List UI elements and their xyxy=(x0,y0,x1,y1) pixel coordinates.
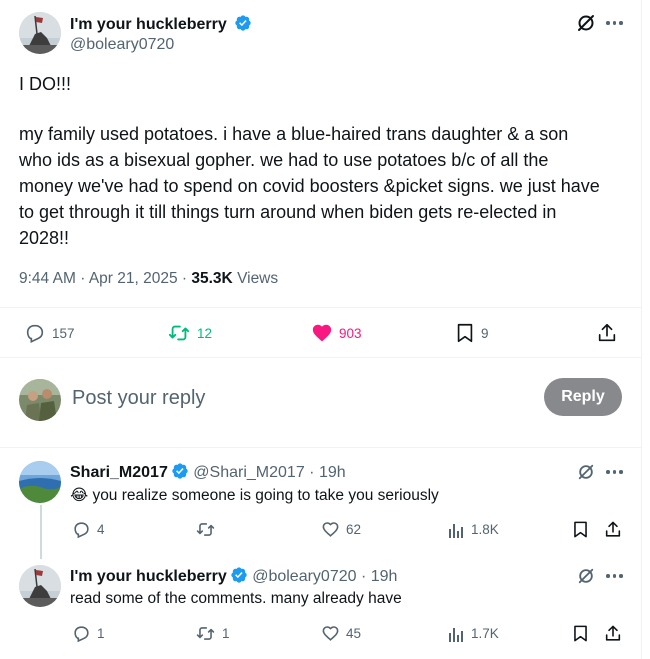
repost-icon xyxy=(196,627,215,640)
author-name[interactable]: I'm your huckleberry xyxy=(70,16,227,33)
reply-action[interactable]: 4 xyxy=(72,520,105,539)
more-icon[interactable] xyxy=(606,574,623,578)
bookmark-action[interactable]: 9 xyxy=(455,322,489,344)
share-icon xyxy=(598,323,616,342)
meta-separator: · xyxy=(80,270,86,287)
reply-author-handle[interactable]: @Shari_M2017 xyxy=(193,464,304,481)
grok-icon[interactable] xyxy=(577,463,595,481)
author-avatar[interactable] xyxy=(19,12,61,54)
divider xyxy=(0,447,642,448)
meta-separator: · xyxy=(181,270,188,287)
verified-icon xyxy=(172,463,188,479)
reply-author-name[interactable]: I'm your huckleberry xyxy=(70,568,227,585)
views-icon xyxy=(449,628,463,642)
heart-icon xyxy=(322,522,339,537)
reply-time[interactable]: · 19h xyxy=(309,464,345,481)
post-text-line: money we've had to spend on covid booste… xyxy=(19,176,600,196)
reply-text-content: read some of the comments. many already … xyxy=(70,590,402,607)
bookmark-icon[interactable] xyxy=(572,520,589,539)
reply-text: read some of the comments. many already … xyxy=(70,590,402,608)
reply-icon xyxy=(74,522,89,539)
post-text-line: to get through it till things turn aroun… xyxy=(19,202,557,222)
views-icon xyxy=(449,524,463,538)
reply-text-content: you realize someone is going to take you… xyxy=(92,487,439,504)
reply-avatar[interactable] xyxy=(19,461,61,503)
reply-count: 157 xyxy=(52,325,75,341)
like-action[interactable]: 903 xyxy=(311,322,362,344)
heart-icon xyxy=(322,626,339,641)
reply-author-name[interactable]: Shari_M2017 xyxy=(70,464,168,481)
reply-count: 4 xyxy=(97,522,105,537)
like-count: 62 xyxy=(346,522,362,537)
views-count: 1.8K xyxy=(471,522,499,537)
heart-icon xyxy=(312,324,332,342)
like-action[interactable]: 62 xyxy=(321,520,361,539)
like-action[interactable]: 45 xyxy=(321,624,361,643)
my-avatar[interactable] xyxy=(19,379,61,421)
views-count: 35.3K xyxy=(191,270,233,287)
verified-icon xyxy=(235,15,251,31)
reply-avatar[interactable] xyxy=(19,565,61,607)
author-name-row: I'm your huckleberry xyxy=(70,14,252,34)
post-time[interactable]: 9:44 AM xyxy=(19,270,76,287)
thread-line xyxy=(40,505,42,559)
share-icon[interactable] xyxy=(604,624,622,643)
more-icon[interactable] xyxy=(606,21,623,25)
repost-icon xyxy=(168,325,190,341)
views-count: 1.7K xyxy=(471,626,499,641)
reply-count: 1 xyxy=(97,626,105,641)
repost-action[interactable]: 1 xyxy=(195,624,230,643)
reply-text: 😂 you realize someone is going to take y… xyxy=(70,486,439,505)
laughing-emoji-icon: 😂 xyxy=(70,487,89,504)
author-handle[interactable]: @boleary0720 xyxy=(70,36,174,54)
bookmark-icon xyxy=(457,323,473,343)
views-action[interactable]: 1.8K xyxy=(448,520,499,539)
verified-icon xyxy=(231,567,247,583)
repost-icon xyxy=(196,523,215,536)
repost-action[interactable] xyxy=(195,520,222,539)
like-count: 45 xyxy=(346,626,362,641)
post-detail-column: I'm your huckleberry @boleary0720 I DO!!… xyxy=(0,0,642,659)
share-icon[interactable] xyxy=(604,520,622,539)
repost-action[interactable]: 12 xyxy=(167,322,212,344)
reply-header: I'm your huckleberry @boleary0720 · 19h xyxy=(70,566,397,586)
reply-input[interactable] xyxy=(72,383,512,413)
like-count: 903 xyxy=(339,325,362,341)
post-text-line: who ids as a bisexual gopher. we had to … xyxy=(19,150,549,170)
reply-author-handle[interactable]: @boleary0720 xyxy=(252,568,356,585)
grok-icon[interactable] xyxy=(577,567,595,585)
views-action[interactable]: 1.7K xyxy=(448,624,499,643)
reply-icon xyxy=(26,324,44,344)
divider xyxy=(0,357,642,358)
share-action[interactable] xyxy=(597,322,617,344)
bookmark-count: 9 xyxy=(481,325,489,341)
post-text-first: I DO!!! xyxy=(19,74,72,94)
reply-time[interactable]: · 19h xyxy=(361,568,397,585)
post-text-body: my family used potatoes. i have a blue-h… xyxy=(19,121,629,251)
reply-icon xyxy=(74,626,89,643)
divider xyxy=(0,307,642,308)
post-text-line: my family used potatoes. i have a blue-h… xyxy=(19,124,569,144)
post-meta: 9:44 AM · Apr 21, 2025 · 35.3K Views xyxy=(19,270,278,288)
reply-header: Shari_M2017 @Shari_M2017 · 19h xyxy=(70,462,346,482)
reply-action[interactable]: 157 xyxy=(24,322,75,344)
post-date[interactable]: Apr 21, 2025 xyxy=(89,270,178,287)
post-text-line: 2028!! xyxy=(19,228,70,248)
repost-count: 1 xyxy=(222,626,230,641)
more-icon[interactable] xyxy=(606,470,623,474)
views-label: Views xyxy=(237,270,279,287)
repost-count: 12 xyxy=(197,325,213,341)
grok-icon[interactable] xyxy=(576,13,596,33)
bookmark-icon[interactable] xyxy=(572,624,589,643)
reply-button[interactable]: Reply xyxy=(544,378,622,416)
reply-action[interactable]: 1 xyxy=(72,624,105,643)
